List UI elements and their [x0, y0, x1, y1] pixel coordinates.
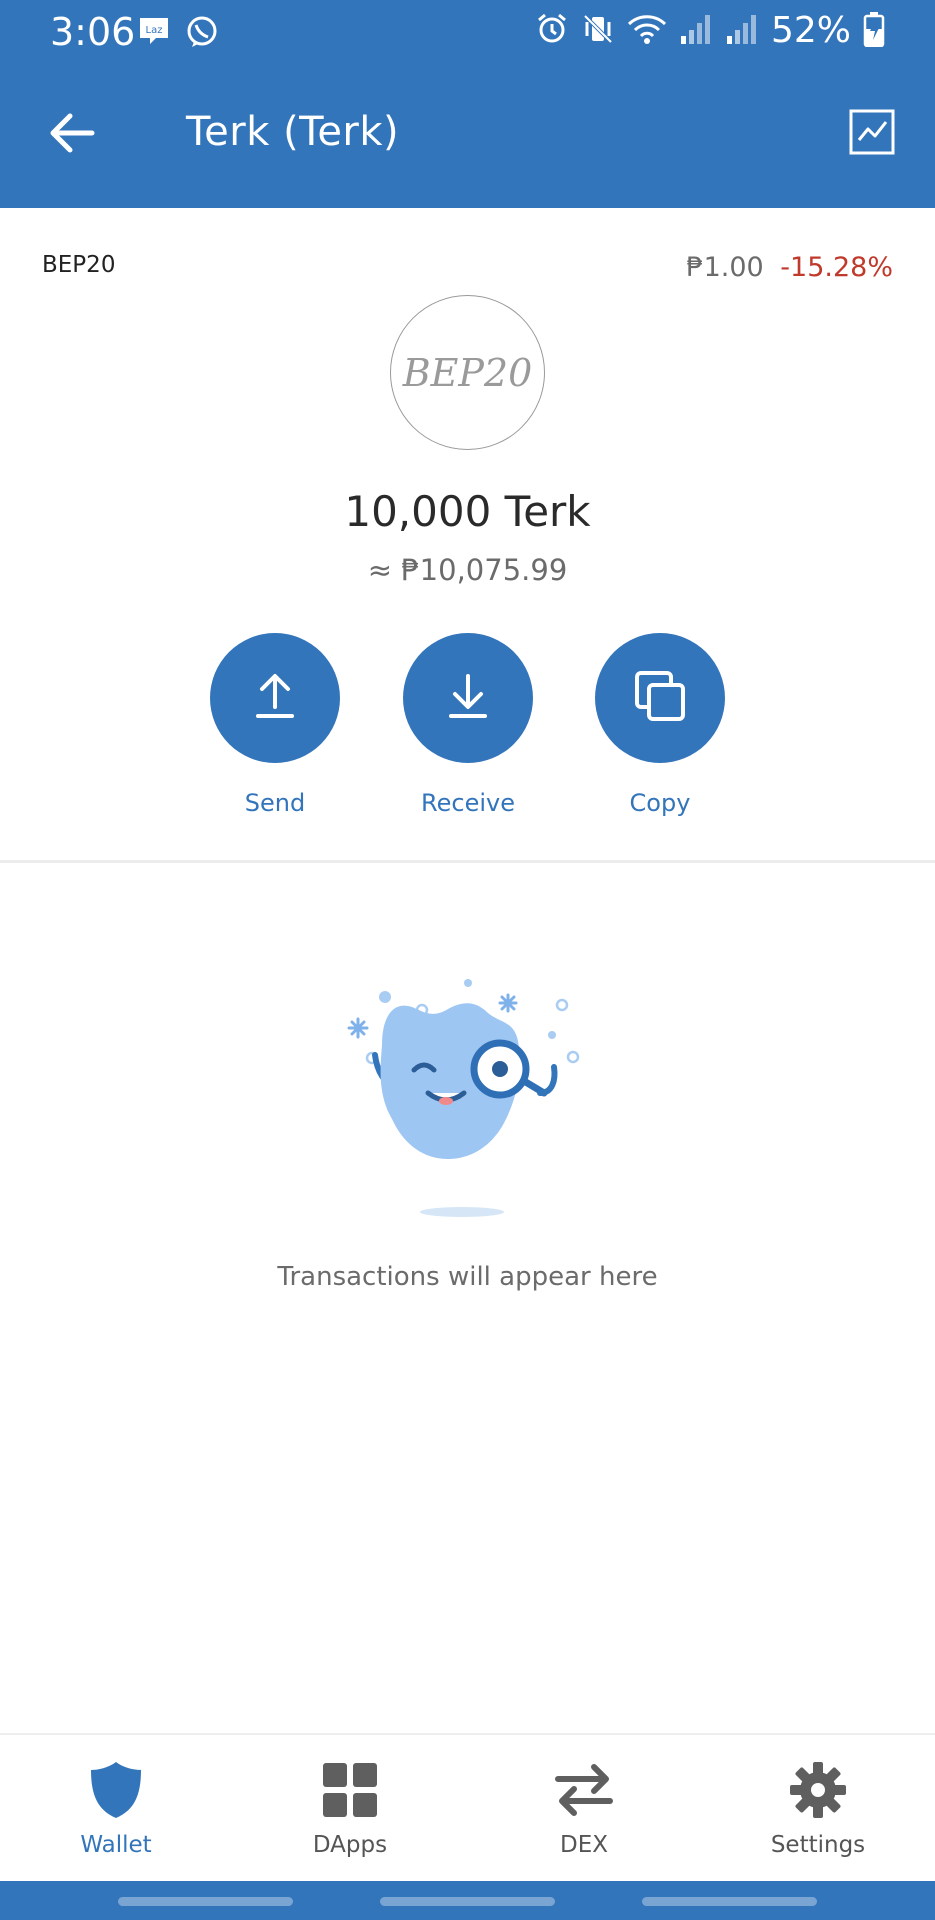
signal-icon — [679, 12, 713, 50]
system-nav-recents[interactable] — [118, 1897, 293, 1906]
token-standard-label: BEP20 — [42, 252, 116, 278]
receive-label[interactable]: Receive — [393, 789, 543, 817]
nav-item-wallet[interactable]: Wallet — [26, 1757, 206, 1858]
wifi-icon — [627, 12, 667, 50]
battery-percent: 52% — [770, 10, 851, 51]
empty-transactions-message: Transactions will appear here — [277, 1262, 658, 1292]
system-nav-back[interactable] — [642, 1897, 817, 1906]
nav-item-dex[interactable]: DEX — [494, 1757, 674, 1858]
fiat-balance: ≈ ₱10,075.99 — [367, 553, 568, 587]
send-button[interactable]: Send — [200, 633, 350, 817]
send-label[interactable]: Send — [200, 789, 350, 817]
swap-arrows-icon — [494, 1757, 674, 1822]
nav-label-settings: Settings — [770, 1832, 866, 1858]
nav-item-settings[interactable]: Settings — [728, 1757, 908, 1858]
lazada-notification-icon: Laz — [136, 14, 172, 54]
token-logo: BEP20 — [390, 295, 545, 450]
download-arrow-icon — [446, 671, 490, 725]
price-info: ₱1.00 -15.28% — [686, 252, 893, 283]
status-right: 52% — [535, 10, 885, 51]
token-price: ₱1.00 — [686, 252, 764, 283]
svg-text:Laz: Laz — [146, 25, 163, 36]
upload-arrow-icon — [253, 671, 297, 725]
action-buttons: Send Receive Copy — [0, 633, 935, 833]
screen: 3:06 Laz 52% Terk (Terk) BEP20 ₱1.00 -15… — [0, 0, 935, 1920]
page-title: Terk (Terk) — [186, 109, 400, 155]
system-nav-home[interactable] — [380, 1897, 555, 1906]
alarm-icon — [535, 12, 569, 50]
copy-icon — [633, 669, 687, 727]
vibrate-icon — [581, 12, 615, 50]
receive-button-circle[interactable] — [403, 633, 533, 763]
system-nav-bar — [0, 1881, 935, 1920]
send-button-circle[interactable] — [210, 633, 340, 763]
receive-button[interactable]: Receive — [393, 633, 543, 817]
notification-icons: Laz — [136, 14, 220, 54]
copy-button[interactable]: Copy — [585, 633, 735, 817]
price-change: -15.28% — [780, 252, 893, 283]
status-bar: 3:06 Laz 52% — [0, 0, 935, 65]
copy-label[interactable]: Copy — [585, 789, 735, 817]
grid-icon — [260, 1757, 440, 1822]
gear-icon — [728, 1757, 908, 1822]
app-bar: Terk (Terk) — [0, 65, 935, 208]
shield-icon — [26, 1757, 206, 1822]
back-button[interactable] — [40, 103, 104, 167]
battery-charging-icon — [863, 11, 885, 51]
arrow-left-icon — [48, 111, 96, 159]
nav-label-wallet: Wallet — [80, 1832, 152, 1858]
nav-label-dapps: DApps — [312, 1832, 388, 1858]
token-balance: 10,000 Terk — [344, 487, 591, 536]
section-divider — [0, 860, 935, 863]
chart-button[interactable] — [847, 109, 897, 159]
empty-transactions-illustration — [340, 975, 590, 1225]
copy-button-circle[interactable] — [595, 633, 725, 763]
status-time: 3:06 — [50, 10, 136, 54]
viber-notification-icon — [184, 14, 220, 54]
nav-label-dex: DEX — [560, 1832, 608, 1858]
chart-icon — [848, 108, 896, 160]
bottom-nav: Wallet DApps DEX Settings — [0, 1733, 935, 1881]
token-logo-text: BEP20 — [402, 350, 533, 395]
nav-item-dapps[interactable]: DApps — [260, 1757, 440, 1858]
signal-icon — [725, 12, 759, 50]
